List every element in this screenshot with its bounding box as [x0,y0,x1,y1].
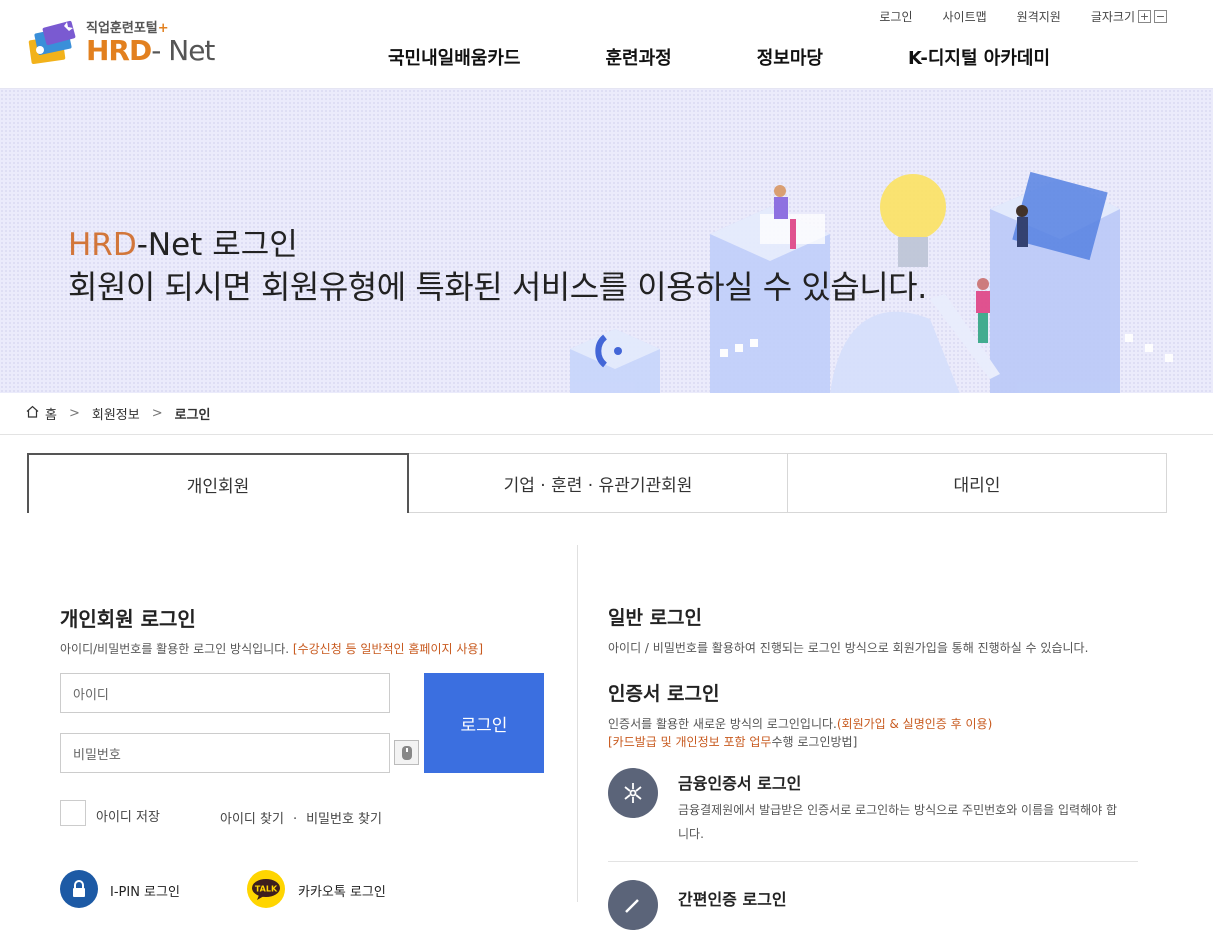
cert-login-desc: 인증서를 활용한 새로운 방식의 로그인입니다.(회원가입 & 실명인증 후 이… [608,717,993,749]
hero-title: HRD-Net 로그인 [68,227,298,263]
breadcrumb-current: 로그인 [174,408,211,423]
individual-login-title: 개인회원 로그인 [60,607,196,631]
save-id-label: 아이디 저장 [96,810,160,825]
save-id-checkbox[interactable] [60,800,86,826]
separator-dot: · [292,812,298,827]
simple-auth-icon [608,880,658,930]
util-sitemap-link[interactable]: 사이트맵 [942,8,986,25]
logo-icon [28,20,78,66]
tab-individual[interactable]: 개인회원 [27,453,409,513]
fontsize-plus-button[interactable]: + [1138,10,1151,23]
tab-agent[interactable]: 대리인 [788,453,1167,513]
id-input[interactable]: 아이디 [60,673,390,713]
tab-corporate[interactable]: 기업 · 훈련 · 유관기관회원 [409,453,788,513]
nav-item-card[interactable]: 국민내일배움카드 [388,44,520,70]
item-divider [608,861,1138,862]
fontsize-minus-button[interactable]: − [1154,10,1167,23]
kakao-talk-icon[interactable]: TALK [247,870,285,908]
logo-title: HRD- Net [86,34,215,67]
chevron-right-icon: > [68,406,80,421]
financial-cert-icon [608,768,658,818]
financial-cert-title: 금융인증서 로그인 [678,774,802,793]
login-button[interactable]: 로그인 [424,673,544,773]
chevron-right-icon: > [151,406,163,421]
utility-menu: 로그인 사이트맵 원격지원 글자크기 + − [849,8,1167,25]
util-remote-link[interactable]: 원격지원 [1017,8,1061,25]
ipin-login-link[interactable]: I-PIN 로그인 [110,881,180,900]
financial-cert-desc: 금융결제원에서 발급받은 인증서로 로그인하는 방식으로 주민번호와 이름을 입… [678,803,1117,841]
breadcrumb: 홈 > 회원정보 > 로그인 [0,393,1213,435]
fontsize-label: 글자크기 [1090,10,1135,24]
find-id-link[interactable]: 아이디 찾기 [220,812,284,827]
util-login-link[interactable]: 로그인 [879,8,912,25]
breadcrumb-home[interactable]: 홈 [45,404,57,423]
simple-auth-title: 간편인증 로그인 [678,890,787,909]
hero-banner: HRD-Net 로그인 회원이 되시면 회원유형에 특화된 서비스를 이용하실 … [0,88,1213,393]
svg-text:TALK: TALK [255,885,278,894]
fontsize-control: 글자크기 + − [1091,8,1167,25]
member-type-tabs: 개인회원 기업 · 훈련 · 유관기관회원 대리인 [27,453,1167,513]
individual-login-desc: 아이디/비밀번호를 활용한 로그인 방식입니다. [수강신청 등 일반적인 홈페… [60,642,484,656]
logo[interactable]: 직업훈련포털+ HRD- Net [28,20,215,67]
find-links: 아이디 찾기 · 비밀번호 찾기 [220,808,382,827]
main-nav: 국민내일배움카드 훈련과정 정보마당 K-디지털 아카데미 [388,44,1135,70]
breadcrumb-member-info[interactable]: 회원정보 [92,404,140,423]
nav-item-kdigital[interactable]: K-디지털 아카데미 [908,44,1050,70]
header: 직업훈련포털+ HRD- Net 로그인 사이트맵 원격지원 글자크기 + − … [0,0,1213,88]
login-guide-section: 일반 로그인 아이디 / 비밀번호를 활용하여 진행되는 로그인 방식으로 회원… [608,603,1148,751]
home-icon[interactable] [26,405,39,422]
general-login-title: 일반 로그인 [608,607,703,629]
cert-login-title: 인증서 로그인 [608,683,720,705]
nav-item-courses[interactable]: 훈련과정 [605,44,671,70]
hero-subtitle: 회원이 되시면 회원유형에 특화된 서비스를 이용하실 수 있습니다. [68,268,927,306]
individual-login-section: 개인회원 로그인 아이디/비밀번호를 활용한 로그인 방식입니다. [수강신청 … [60,603,560,657]
find-password-link[interactable]: 비밀번호 찾기 [306,812,382,827]
kakao-login-link[interactable]: 카카오톡 로그인 [298,881,386,900]
virtual-keyboard-icon[interactable] [394,740,419,765]
general-login-desc: 아이디 / 비밀번호를 활용하여 진행되는 로그인 방식으로 회원가입을 통해 … [608,641,1089,655]
nav-item-info[interactable]: 정보마당 [757,44,823,70]
section-divider [577,545,578,902]
ipin-lock-icon[interactable] [60,870,98,908]
password-input[interactable]: 비밀번호 [60,733,390,773]
